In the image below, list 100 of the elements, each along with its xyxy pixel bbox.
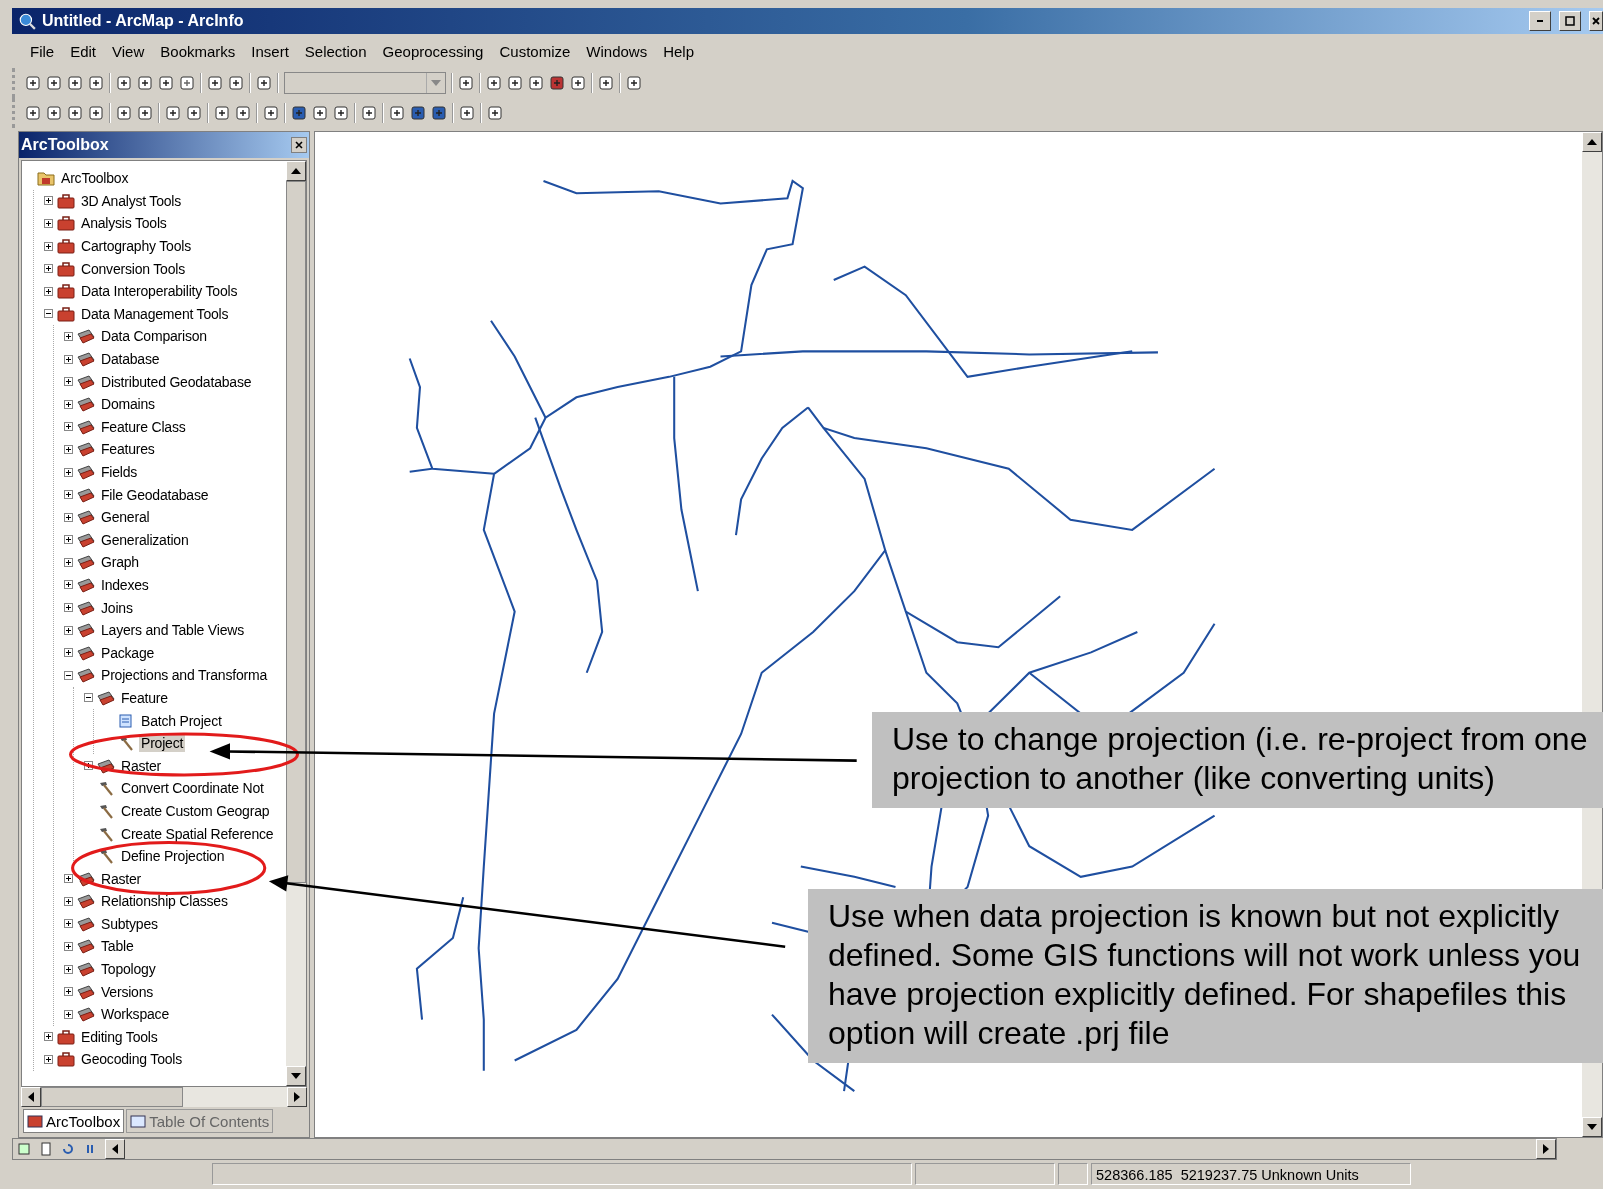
expand-toggle[interactable] xyxy=(64,625,73,635)
tree-item[interactable]: 3D Analyst Tools xyxy=(79,191,184,210)
panel-tab[interactable]: ArcToolbox xyxy=(23,1109,125,1133)
expand-toggle[interactable] xyxy=(64,535,73,545)
data-view-icon[interactable] xyxy=(39,1142,53,1156)
menu-item[interactable]: Insert xyxy=(243,42,297,60)
close-button[interactable] xyxy=(291,137,307,153)
tree-item[interactable]: Data Management Tools xyxy=(79,304,231,323)
tree-item[interactable]: Conversion Tools xyxy=(79,259,187,278)
toolset-icon xyxy=(77,983,95,1000)
expand-toggle[interactable] xyxy=(84,761,93,771)
expand-toggle[interactable] xyxy=(44,264,53,274)
toolset-icon xyxy=(77,464,95,480)
tree-item[interactable]: Fields xyxy=(99,463,140,481)
tree-item[interactable]: Package xyxy=(99,643,157,662)
expand-toggle[interactable] xyxy=(64,580,73,590)
expand-toggle[interactable] xyxy=(64,648,73,658)
tree-item[interactable]: Create Custom Geograp xyxy=(119,801,272,820)
tree-item[interactable]: Features xyxy=(99,440,157,459)
menu-item[interactable]: Windows xyxy=(578,42,656,60)
horizontal-scrollbar[interactable] xyxy=(105,1139,1556,1159)
tree-item[interactable]: Indexes xyxy=(99,576,151,594)
expand-toggle[interactable] xyxy=(64,1009,73,1019)
tree-item[interactable]: Relationship Classes xyxy=(99,892,230,911)
menu-item[interactable]: Bookmarks xyxy=(152,42,244,60)
tree-item[interactable]: Graph xyxy=(99,553,141,572)
menu-item[interactable]: Edit xyxy=(62,42,105,60)
expand-toggle[interactable] xyxy=(64,557,73,567)
expand-toggle[interactable] xyxy=(64,422,73,432)
menu-item[interactable]: Selection xyxy=(296,42,375,60)
expand-toggle[interactable] xyxy=(64,377,73,387)
tree-item[interactable]: Cartography Tools xyxy=(79,237,193,256)
minimize-button[interactable] xyxy=(1529,11,1551,31)
menu-item[interactable]: Customize xyxy=(491,42,579,60)
tree-item[interactable]: Analysis Tools xyxy=(79,214,169,233)
tree-item[interactable]: Subtypes xyxy=(99,914,160,933)
tree-item[interactable]: Topology xyxy=(99,960,158,979)
vertical-scrollbar[interactable] xyxy=(286,161,306,1086)
expand-toggle[interactable] xyxy=(64,896,73,906)
tree-item[interactable]: Editing Tools xyxy=(79,1027,160,1046)
tree-item[interactable]: Distributed Geodatabase xyxy=(99,372,254,391)
expand-toggle[interactable] xyxy=(64,467,73,477)
menu-item[interactable]: Geoprocessing xyxy=(374,42,492,60)
horizontal-scrollbar[interactable] xyxy=(21,1087,307,1107)
tree-item[interactable]: Feature Class xyxy=(99,417,188,436)
expand-toggle[interactable] xyxy=(44,1032,53,1042)
expand-toggle[interactable] xyxy=(44,1054,53,1064)
tree-item[interactable]: Joins xyxy=(99,598,135,617)
tree-item[interactable]: Generalization xyxy=(99,530,191,549)
tree-item[interactable]: File Geodatabase xyxy=(99,485,211,504)
expand-toggle[interactable] xyxy=(64,964,73,974)
tree-item[interactable]: Define Projection xyxy=(119,847,227,866)
expand-toggle[interactable] xyxy=(64,444,73,454)
expand-toggle[interactable] xyxy=(44,241,53,251)
maximize-button[interactable] xyxy=(1559,11,1581,31)
layout-view-icon[interactable] xyxy=(17,1142,31,1156)
tree-item[interactable]: Geocoding Tools xyxy=(79,1050,185,1069)
tree-item[interactable]: Versions xyxy=(99,982,156,1001)
toolset-icon xyxy=(77,373,95,390)
expand-toggle[interactable] xyxy=(64,670,73,680)
expand-toggle[interactable] xyxy=(64,490,73,500)
tree-item[interactable]: Database xyxy=(99,350,162,369)
expand-toggle[interactable] xyxy=(64,512,73,522)
tree-item[interactable]: Projections and Transforma xyxy=(99,666,269,685)
tree-item[interactable]: Domains xyxy=(99,395,157,414)
tree-item[interactable]: Layers and Table Views xyxy=(99,621,246,640)
toolset-icon xyxy=(77,870,95,887)
expand-toggle[interactable] xyxy=(64,874,73,884)
expand-toggle[interactable] xyxy=(64,942,73,951)
expand-toggle[interactable] xyxy=(44,286,53,296)
up-arrow-icon xyxy=(1587,139,1597,145)
tree-item[interactable]: Batch Project xyxy=(139,711,224,730)
tree-item[interactable]: General xyxy=(99,508,152,527)
expand-toggle[interactable] xyxy=(64,919,73,929)
tree-item[interactable]: ArcToolbox xyxy=(59,169,131,188)
menu-item[interactable]: Help xyxy=(655,42,703,60)
tree-item[interactable]: Data Comparison xyxy=(99,327,209,346)
refresh-icon[interactable] xyxy=(61,1142,75,1156)
expand-toggle[interactable] xyxy=(64,354,73,364)
tree-item[interactable]: Workspace xyxy=(99,1005,171,1024)
tree-item[interactable]: Table xyxy=(99,937,136,956)
expand-toggle[interactable] xyxy=(84,693,93,703)
toolset-icon xyxy=(77,509,95,526)
expand-toggle[interactable] xyxy=(44,219,53,228)
tree-item[interactable]: Convert Coordinate Not xyxy=(119,779,266,798)
expand-toggle[interactable] xyxy=(64,399,73,409)
tree-item[interactable]: Feature xyxy=(119,688,170,707)
menu-item[interactable]: View xyxy=(104,42,153,60)
expand-toggle[interactable] xyxy=(64,331,73,341)
tree-item[interactable]: Data Interoperability Tools xyxy=(79,282,240,301)
panel-tab[interactable]: Table Of Contents xyxy=(126,1109,274,1133)
tree-item[interactable]: Raster xyxy=(119,756,164,775)
tree-item[interactable]: Raster xyxy=(99,869,144,888)
menu-item[interactable]: File xyxy=(22,42,63,60)
caret-icon xyxy=(431,80,441,86)
tree-item[interactable]: Create Spatial Reference xyxy=(119,824,276,843)
expand-toggle[interactable] xyxy=(64,603,73,613)
expand-toggle[interactable] xyxy=(44,309,53,319)
expand-toggle[interactable] xyxy=(64,987,73,997)
expand-toggle[interactable] xyxy=(44,196,53,206)
